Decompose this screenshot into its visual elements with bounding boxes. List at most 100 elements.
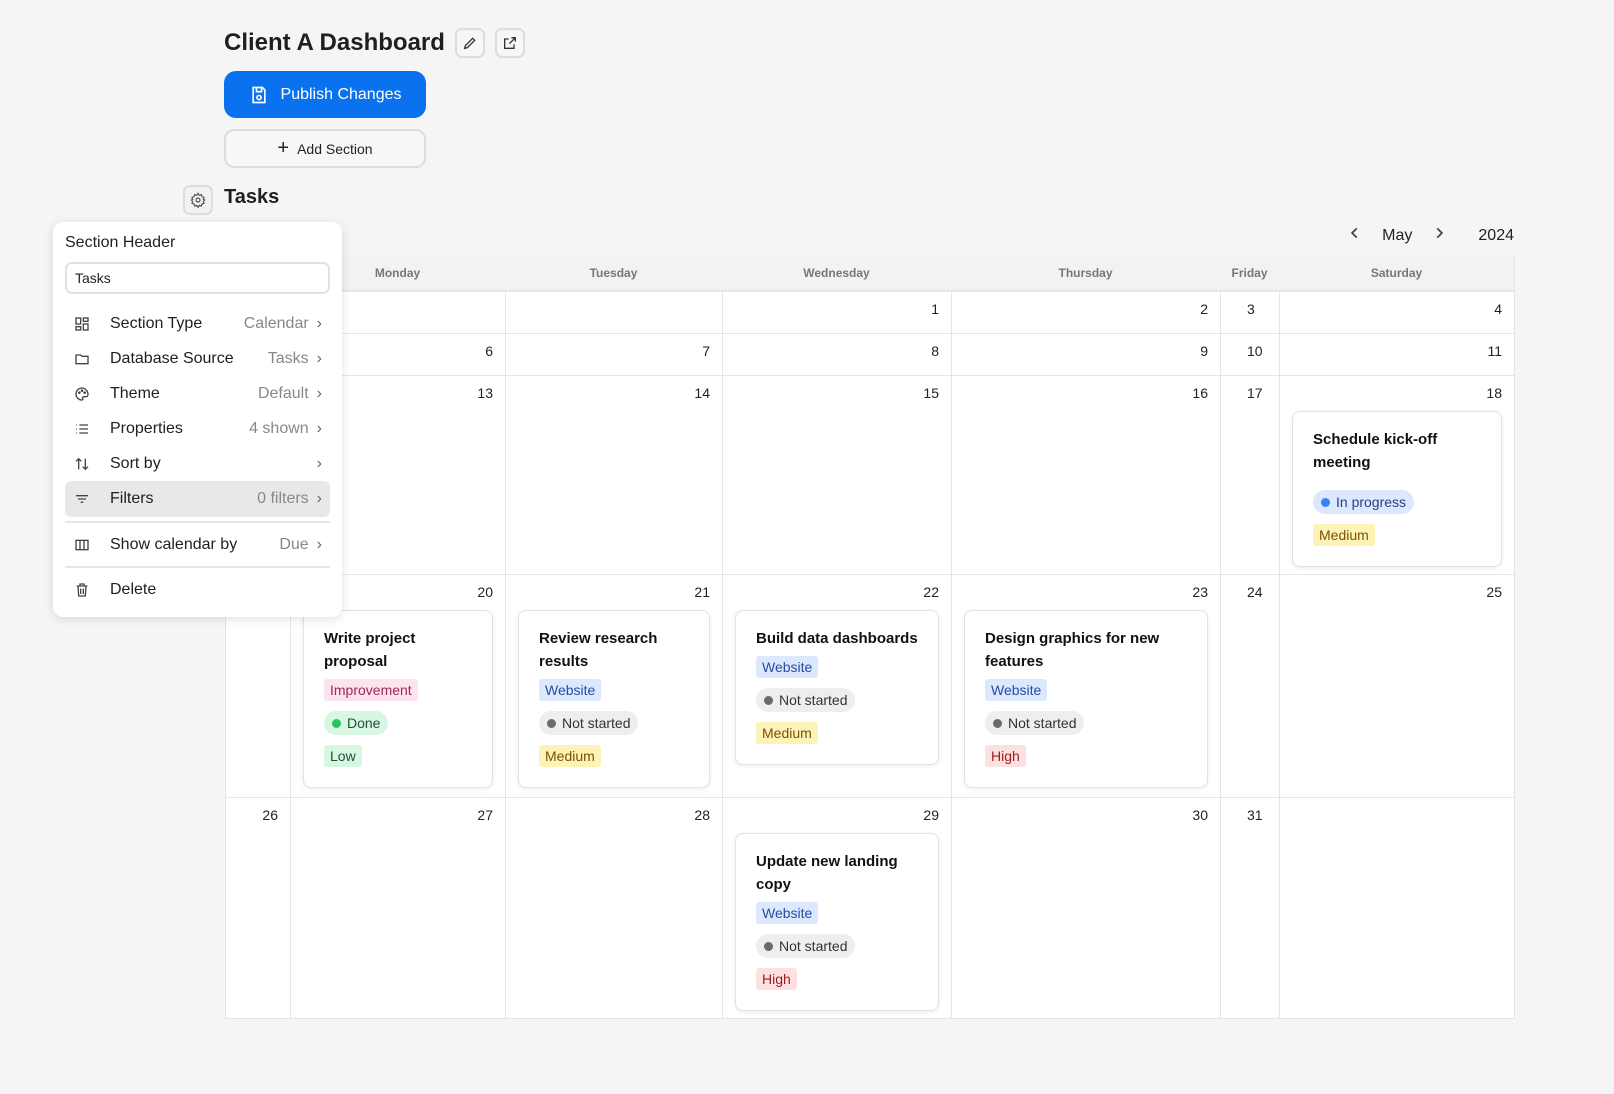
task-title: Schedule kick-off meeting (1313, 431, 1438, 471)
weekday-header: Wednesday (722, 256, 951, 291)
calendar-day-cell[interactable]: 11 (1279, 333, 1514, 375)
task-card[interactable]: Build data dashboards Website Not started M… (735, 610, 939, 765)
year-label: 2024 (1478, 226, 1514, 244)
chevron-right-icon (1437, 227, 1444, 239)
day-number: 24 (1247, 584, 1263, 600)
menu-item-section-type[interactable]: Section Type Calendar › (65, 306, 330, 341)
menu-item-filters[interactable]: Filters 0 filters › (65, 481, 330, 517)
day-number: 15 (923, 385, 939, 401)
chevron-left-icon (1351, 227, 1358, 239)
calendar-day-cell[interactable]: 28 (505, 797, 722, 1018)
calendar-day-cell[interactable]: 1 (722, 291, 951, 333)
calendar-day-cell[interactable]: 2 (951, 291, 1220, 333)
priority-tag: High (985, 745, 1026, 767)
calendar-day-cell[interactable]: 24 (1220, 574, 1279, 797)
menu-item-label: Section Type (110, 314, 203, 332)
category-tag: Improvement (324, 679, 418, 701)
day-number: 17 (1247, 385, 1263, 401)
section-title: Tasks (224, 186, 280, 208)
list-icon (73, 421, 91, 437)
day-number: 18 (1486, 385, 1502, 401)
status-dot-icon (547, 718, 556, 728)
section-settings-button[interactable] (183, 185, 213, 215)
section-settings-menu: Section Header Section TypeCalendar›Data… (53, 222, 342, 617)
calendar-day-cell[interactable]: 31 (1220, 797, 1279, 1018)
calendar-day-cell[interactable]: 27 (290, 797, 505, 1018)
day-number (1292, 807, 1502, 825)
divider (65, 521, 330, 523)
task-card[interactable]: Schedule kick-off meeting In progress Medi… (1292, 411, 1502, 567)
menu-item-label: Sort by (110, 454, 161, 472)
calendar-day-cell[interactable]: 8 (722, 333, 951, 375)
calendar-day-cell[interactable]: 16 (951, 375, 1220, 574)
status-badge: In progress (1313, 490, 1415, 514)
category-tag: Website (985, 679, 1048, 701)
chevron-right-icon: › (316, 384, 322, 402)
calendar-day-cell[interactable]: 23 Design graphics for new features Websit… (951, 574, 1220, 797)
open-external-button[interactable] (494, 28, 525, 58)
task-card[interactable]: Update new landing copy Website Not starte… (735, 833, 939, 1011)
save-icon (251, 86, 266, 103)
calendar-day-cell[interactable]: 18 Schedule kick-off meeting In progress Me… (1279, 375, 1514, 574)
day-number: 3 (1247, 301, 1255, 317)
weekday-header: Saturday (1279, 256, 1514, 291)
menu-item-theme[interactable]: Theme Default › (65, 376, 330, 411)
calendar-day-cell[interactable]: 15 (722, 375, 951, 574)
day-number (518, 301, 710, 319)
calendar-day-cell[interactable] (1279, 797, 1514, 1018)
task-card[interactable]: Design graphics for new features Website N… (964, 610, 1208, 788)
calendar-day-cell[interactable]: 29 Update new landing copy Website Not star… (722, 797, 951, 1018)
task-card[interactable]: Review research results Website Not starte… (518, 610, 710, 788)
status-dot-icon (764, 695, 773, 705)
month-navigation: May 2024 (1348, 226, 1514, 245)
menu-item-value: 0 filters (257, 490, 309, 507)
menu-item-value: Due (279, 535, 309, 553)
filter-icon (73, 491, 91, 507)
calendar-day-cell[interactable]: 4 (1279, 291, 1514, 333)
calendar-day-cell[interactable]: 22 Build data dashboards Website Not starte… (722, 574, 951, 797)
calendar-day-cell[interactable]: 30 (951, 797, 1220, 1018)
add-section-label: Add Section (297, 140, 373, 157)
calendar-day-cell[interactable]: 7 (505, 333, 722, 375)
status-label: Not started (1008, 715, 1077, 731)
day-number: 8 (931, 343, 939, 359)
external-link-icon (503, 37, 516, 49)
calendar-day-cell[interactable]: 3 (1220, 291, 1279, 333)
calendar-day-cell[interactable]: 10 (1220, 333, 1279, 375)
status-badge: Not started (756, 688, 856, 712)
task-title: Review research results (539, 630, 658, 670)
section-header-input[interactable] (65, 262, 330, 294)
day-number: 11 (1487, 343, 1502, 359)
status-label: Not started (779, 692, 848, 708)
status-label: Done (347, 715, 381, 731)
divider (65, 566, 330, 568)
menu-item-delete[interactable]: Delete (65, 572, 330, 607)
calendar-day-cell[interactable]: 9 (951, 333, 1220, 375)
calendar-day-cell[interactable]: 14 (505, 375, 722, 574)
status-dot-icon (764, 941, 773, 951)
day-number: 25 (1486, 584, 1502, 600)
add-section-button[interactable]: + Add Section (224, 129, 426, 168)
menu-item-properties[interactable]: Properties 4 shown › (65, 411, 330, 446)
menu-item-show-calendar-by[interactable]: Show calendar by Due › (65, 527, 330, 562)
status-badge: Not started (756, 934, 856, 958)
task-card[interactable]: Write project proposal Improvement Done Low (303, 610, 493, 788)
calendar-day-cell[interactable]: 21 Review research results Website Not star… (505, 574, 722, 797)
status-dot-icon (993, 718, 1002, 728)
status-label: In progress (1336, 494, 1407, 510)
menu-item-sort-by[interactable]: Sort by › (65, 446, 330, 481)
prev-month-button[interactable] (1348, 226, 1362, 245)
chevron-right-icon: › (316, 454, 322, 472)
next-month-button[interactable] (1432, 226, 1446, 245)
menu-item-database-source[interactable]: Database Source Tasks › (65, 341, 330, 376)
status-badge: Done (324, 711, 389, 735)
edit-title-button[interactable] (454, 28, 485, 58)
calendar-day-cell[interactable] (505, 291, 722, 333)
publish-label: Publish Changes (280, 85, 402, 103)
calendar-day-cell[interactable]: 26 (225, 797, 290, 1018)
calendar-day-cell[interactable]: 25 (1279, 574, 1514, 797)
day-number: 10 (1247, 343, 1263, 359)
publish-changes-button[interactable]: Publish Changes (224, 71, 426, 118)
day-number: 14 (694, 385, 710, 401)
calendar-day-cell[interactable]: 17 (1220, 375, 1279, 574)
